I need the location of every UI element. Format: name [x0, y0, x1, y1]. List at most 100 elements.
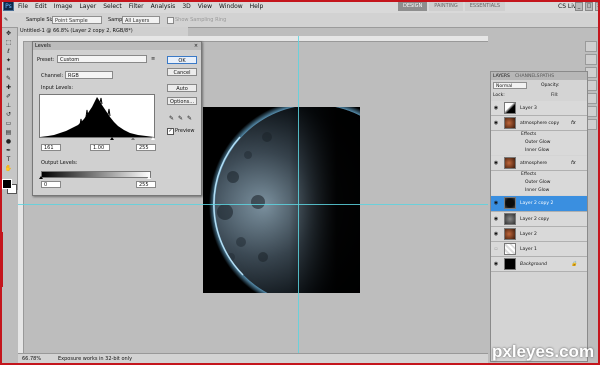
menu-item-3d[interactable]: 3D	[182, 3, 190, 10]
menu-item-view[interactable]: View	[198, 3, 212, 10]
healing-tool-icon[interactable]: ✚	[3, 84, 14, 92]
output-white-slider[interactable]	[147, 176, 151, 179]
zoom-level[interactable]: 66.78%	[22, 356, 41, 362]
input-gamma-slider[interactable]	[131, 137, 135, 140]
eye-icon[interactable]: ◉	[493, 160, 499, 166]
preset-menu-icon[interactable]: ≡	[151, 56, 155, 62]
maximize-icon[interactable]: □	[585, 2, 593, 11]
brush-tool-icon[interactable]: ✐	[3, 93, 14, 101]
eye-icon[interactable]: ◉	[493, 261, 499, 267]
input-black-field[interactable]: 161	[41, 144, 61, 151]
tab-paths[interactable]: PATHS	[540, 73, 554, 80]
panel-icon-color[interactable]	[585, 41, 597, 52]
menu-item-image[interactable]: Image	[54, 3, 73, 10]
tab-layers[interactable]: LAYERS	[493, 73, 510, 80]
effects-row[interactable]: Effects	[491, 171, 587, 179]
layer-row[interactable]: ◉ Background 🔒	[491, 257, 587, 272]
layer-row[interactable]: ◉ atmosphere fx	[491, 156, 587, 171]
ok-button[interactable]: OK	[167, 56, 197, 64]
layer-row[interactable]: ◉ Layer 3	[491, 101, 587, 116]
document-canvas[interactable]	[203, 107, 360, 293]
eye-icon[interactable]: ◉	[493, 231, 499, 237]
eyedropper-icon[interactable]: ✎	[4, 17, 8, 23]
effects-row[interactable]: Effects	[491, 131, 587, 139]
menu-item-filter[interactable]: Filter	[129, 3, 144, 10]
quick-select-tool-icon[interactable]: ✦	[3, 57, 14, 65]
effect-item[interactable]: Outer Glow	[491, 179, 587, 187]
layer-effects-icon[interactable]: fx	[571, 160, 576, 166]
effect-item[interactable]: Inner Glow	[491, 187, 587, 195]
cancel-button[interactable]: Cancel	[167, 68, 197, 76]
eye-icon[interactable]: ◉	[493, 105, 499, 111]
effect-item[interactable]: Inner Glow	[491, 147, 587, 155]
channel-select[interactable]: RGB	[65, 71, 113, 79]
layer-thumbnail	[504, 157, 516, 169]
menu-item-layer[interactable]: Layer	[79, 3, 96, 10]
dodge-tool-icon[interactable]: ●	[3, 138, 14, 146]
menu-item-help[interactable]: Help	[250, 3, 264, 10]
pen-tool-icon[interactable]: ✒	[3, 147, 14, 155]
layer-row[interactable]: ◉ Layer 2 copy	[491, 212, 587, 227]
gradient-tool-icon[interactable]: ▤	[3, 129, 14, 137]
options-button[interactable]: Options...	[167, 97, 197, 105]
levels-title[interactable]: Levels	[33, 42, 201, 50]
eye-icon[interactable]: ◉	[493, 120, 499, 126]
menu-item-window[interactable]: Window	[219, 3, 243, 10]
workspace-design[interactable]: DESIGN	[398, 1, 428, 11]
crop-tool-icon[interactable]: ⌗	[3, 66, 14, 74]
fill-label: Fill:	[551, 93, 559, 98]
stamp-tool-icon[interactable]: ⊥	[3, 102, 14, 110]
input-black-slider[interactable]	[110, 137, 114, 140]
menu-item-analysis[interactable]: Analysis	[151, 3, 176, 10]
blend-mode-select[interactable]: Normal	[493, 82, 527, 89]
input-white-slider[interactable]	[151, 137, 155, 140]
marquee-tool-icon[interactable]: ⬚	[3, 39, 14, 47]
black-eyedropper-icon[interactable]: ✎	[169, 116, 175, 122]
eye-icon[interactable]: ◉	[493, 200, 499, 206]
auto-button[interactable]: Auto	[167, 84, 197, 92]
layer-row[interactable]: ◉ atmosphere copy fx	[491, 116, 587, 131]
vertical-guide[interactable]	[298, 36, 299, 353]
eraser-tool-icon[interactable]: ▭	[3, 120, 14, 128]
menu-item-file[interactable]: File	[18, 3, 28, 10]
output-white-field[interactable]: 255	[136, 181, 156, 188]
layer-effects-icon[interactable]: fx	[571, 120, 576, 126]
output-black-slider[interactable]	[39, 176, 43, 179]
workspace-painting[interactable]: PAINTING	[429, 1, 463, 11]
menu-item-edit[interactable]: Edit	[35, 3, 47, 10]
workspace-essentials[interactable]: ESSENTIALS	[464, 1, 506, 11]
foreground-color-swatch[interactable]	[2, 179, 12, 189]
history-brush-icon[interactable]: ↺	[3, 111, 14, 119]
white-eyedropper-icon[interactable]: ✎	[187, 116, 193, 122]
type-tool-icon[interactable]: T	[3, 156, 14, 164]
tab-channels[interactable]: CHANNELS	[515, 73, 540, 80]
layer-thumbnail	[504, 117, 516, 129]
move-tool-icon[interactable]: ✥	[3, 30, 14, 38]
close-icon[interactable]: ×	[193, 43, 199, 49]
hand-tool-icon[interactable]: ✋	[3, 165, 14, 173]
show-ring-checkbox[interactable]	[167, 17, 174, 24]
layer-row-selected[interactable]: ◉ Layer 2 copy 2	[491, 196, 587, 212]
layer-row[interactable]: ▫ Layer 1	[491, 242, 587, 257]
gray-eyedropper-icon[interactable]: ✎	[178, 116, 184, 122]
sample-select[interactable]: All Layers	[122, 16, 160, 24]
eye-icon[interactable]: ▫	[493, 246, 499, 252]
eyedropper-tool-icon[interactable]: ✎	[3, 75, 14, 83]
eye-icon[interactable]: ◉	[493, 216, 499, 222]
preset-select[interactable]: Custom	[57, 55, 147, 63]
menu-item-select[interactable]: Select	[103, 3, 122, 10]
panel-icon-swatches[interactable]	[585, 54, 597, 65]
input-gamma-field[interactable]: 1.00	[90, 144, 110, 151]
close-icon[interactable]: ×	[595, 2, 600, 11]
layer-row[interactable]: ◉ Layer 2	[491, 227, 587, 242]
effect-item[interactable]: Outer Glow	[491, 139, 587, 147]
horizontal-guide[interactable]	[18, 204, 488, 205]
input-white-field[interactable]: 255	[136, 144, 156, 151]
sample-size-select[interactable]: Point Sample	[52, 16, 102, 24]
document-tab[interactable]: Untitled-1 @ 66.8% (Layer 2 copy 2, RGB/…	[18, 27, 188, 36]
lasso-tool-icon[interactable]: ℓ	[3, 48, 14, 56]
layer-name: Layer 3	[520, 106, 537, 111]
output-black-field[interactable]: 0	[41, 181, 61, 188]
preview-checkbox[interactable]: ✓	[167, 128, 174, 135]
minimize-icon[interactable]: _	[575, 2, 583, 11]
